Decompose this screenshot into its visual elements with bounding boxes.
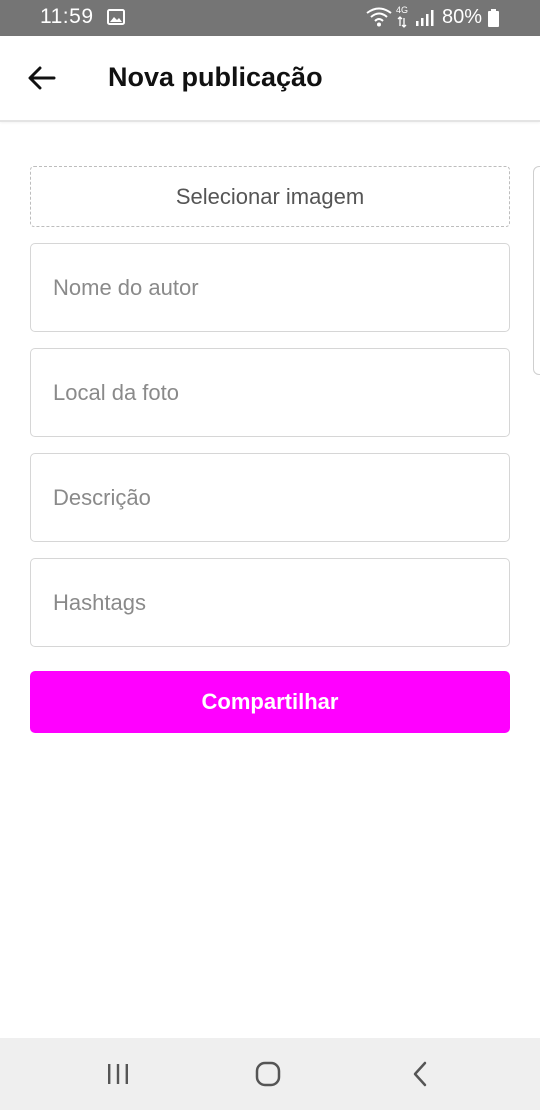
status-bar: 11:59 4G 80% bbox=[0, 0, 540, 36]
share-button[interactable]: Compartilhar bbox=[30, 671, 510, 733]
hashtags-field bbox=[30, 558, 510, 647]
arrow-left-icon bbox=[28, 66, 56, 90]
data-transfer-icon bbox=[397, 16, 407, 28]
image-preview-panel bbox=[533, 166, 540, 375]
hashtags-input[interactable] bbox=[31, 559, 509, 646]
system-back-button[interactable] bbox=[400, 1056, 440, 1092]
battery-percent: 80% bbox=[442, 6, 483, 28]
location-field bbox=[30, 348, 510, 437]
back-chevron-icon bbox=[413, 1061, 427, 1087]
description-input[interactable] bbox=[31, 454, 509, 541]
battery-icon bbox=[488, 9, 499, 27]
app-bar: Nova publicação bbox=[0, 36, 540, 122]
page-title: Nova publicação bbox=[108, 62, 323, 92]
description-field bbox=[30, 453, 510, 542]
image-icon bbox=[107, 9, 125, 25]
back-button[interactable] bbox=[22, 58, 62, 98]
recent-apps-icon bbox=[108, 1064, 128, 1084]
recent-apps-button[interactable] bbox=[98, 1056, 138, 1092]
author-field bbox=[30, 243, 510, 332]
home-icon bbox=[255, 1061, 281, 1087]
network-type: 4G bbox=[396, 6, 408, 28]
location-input[interactable] bbox=[31, 349, 509, 436]
select-image-label: Selecionar imagem bbox=[175, 183, 365, 209]
status-time: 11:59 bbox=[40, 5, 94, 28]
home-button[interactable] bbox=[248, 1056, 288, 1092]
system-nav-bar bbox=[0, 1038, 540, 1110]
select-image-button[interactable]: Selecionar imagem bbox=[30, 166, 510, 227]
wifi-icon bbox=[366, 7, 392, 27]
signal-icon bbox=[416, 10, 434, 26]
author-input[interactable] bbox=[31, 244, 509, 331]
